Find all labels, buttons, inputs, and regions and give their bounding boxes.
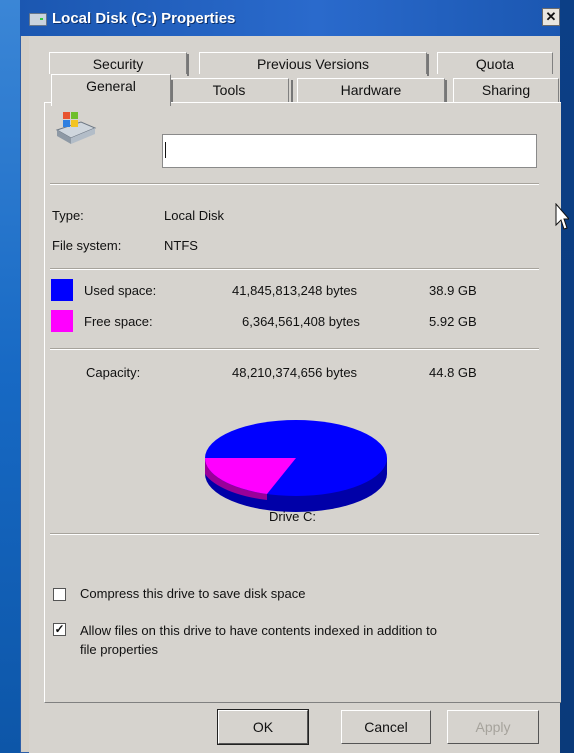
tab-divider: [171, 80, 173, 102]
drive-label-input[interactable]: [162, 134, 537, 168]
drive-icon: [55, 112, 97, 144]
window-title: Local Disk (C:) Properties: [52, 10, 236, 27]
free-space-swatch: [51, 310, 73, 332]
tab-security[interactable]: Security: [49, 52, 187, 74]
apply-button[interactable]: Apply: [447, 710, 539, 744]
tab-sharing[interactable]: Sharing: [453, 78, 559, 102]
tab-divider: [445, 80, 447, 102]
used-space-label: Used space:: [84, 283, 157, 298]
free-space-size: 5.92 GB: [429, 314, 477, 329]
tab-general[interactable]: General: [51, 74, 171, 106]
file-system-value: NTFS: [164, 238, 198, 253]
file-system-label: File system:: [52, 238, 122, 253]
mouse-cursor-icon: [555, 203, 569, 230]
tab-hardware[interactable]: Hardware: [297, 78, 445, 102]
title-bar[interactable]: Local Disk (C:) Properties ✕: [20, 0, 560, 36]
tab-quota[interactable]: Quota: [437, 52, 553, 74]
dialog-client-area: Security Previous Versions Quota Tools H…: [29, 36, 561, 753]
index-label-line1[interactable]: Allow files on this drive to have conten…: [80, 623, 437, 638]
separator: [50, 533, 539, 535]
capacity-size: 44.8 GB: [429, 365, 477, 380]
type-value: Local Disk: [164, 208, 224, 223]
compress-label[interactable]: Compress this drive to save disk space: [80, 586, 305, 601]
cancel-button[interactable]: Cancel: [341, 710, 431, 744]
free-space-label: Free space:: [84, 314, 153, 329]
properties-dialog: Local Disk (C:) Properties ✕ Security Pr…: [20, 0, 561, 753]
ok-button[interactable]: OK: [218, 710, 308, 744]
separator: [50, 348, 539, 350]
pie-caption: Drive C:: [269, 509, 316, 524]
capacity-label: Capacity:: [86, 365, 141, 380]
separator: [50, 183, 539, 185]
compress-checkbox[interactable]: [53, 588, 66, 601]
used-space-size: 38.9 GB: [429, 283, 477, 298]
index-label-line2[interactable]: file properties: [80, 642, 158, 657]
tab-tools[interactable]: Tools: [169, 78, 289, 102]
used-space-swatch: [51, 279, 73, 301]
desktop-left-edge: [0, 0, 20, 753]
tab-divider: [291, 80, 293, 102]
capacity-bytes: 48,210,374,656 bytes: [232, 365, 358, 380]
tab-divider: [427, 54, 429, 76]
free-space-bytes: 6,364,561,408 bytes: [242, 314, 360, 329]
drive-title-icon: [29, 13, 47, 26]
tab-divider: [187, 54, 189, 76]
text-caret: [165, 142, 166, 158]
type-label: Type:: [52, 208, 84, 223]
tab-previous-versions[interactable]: Previous Versions: [199, 52, 427, 74]
desktop-right-edge: [560, 0, 574, 753]
used-space-bytes: 41,845,813,248 bytes: [232, 283, 358, 298]
index-checkbox[interactable]: ✓: [53, 623, 66, 636]
separator: [50, 268, 539, 270]
general-tab-panel: [44, 102, 561, 703]
close-icon[interactable]: ✕: [542, 8, 560, 26]
